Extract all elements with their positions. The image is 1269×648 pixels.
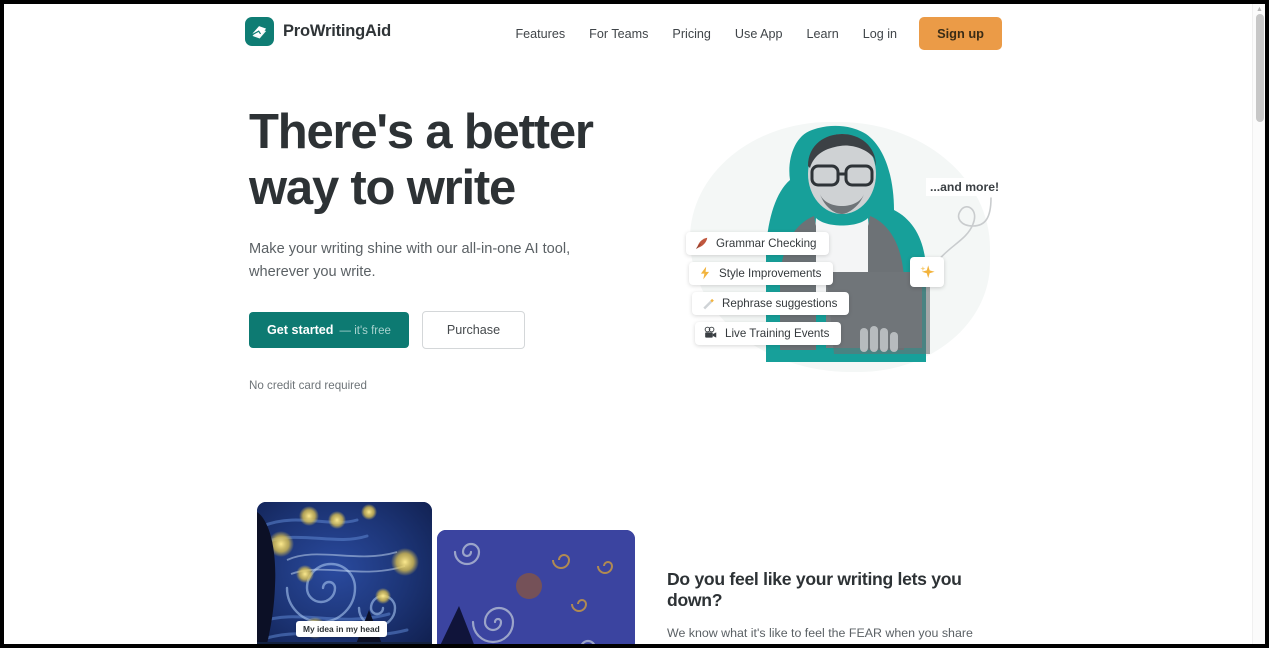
hero-illustration: ...and more! Grammar Checking Style Impr…: [664, 104, 1024, 404]
feature-label: Style Improvements: [719, 267, 822, 280]
simplified-painting-card: [437, 530, 635, 644]
page-content: ProWritingAid Features For Teams Pricing…: [4, 4, 1252, 644]
feature-card-style-improvements[interactable]: Style Improvements: [689, 262, 834, 285]
feature-label: Grammar Checking: [716, 237, 817, 250]
hero-title-line-2: way to write: [249, 161, 516, 215]
section2-body: We know what it's like to feel the FEAR …: [667, 626, 973, 640]
hero-feature-list: Grammar Checking Style Improvements Reph…: [686, 232, 850, 352]
hero-subtitle: Make your writing shine with our all-in-…: [249, 241, 571, 280]
nav-item-pricing[interactable]: Pricing: [660, 19, 723, 49]
get-started-label: Get started: [267, 323, 334, 337]
hero-cta-group: Get started — it's free Purchase: [249, 311, 649, 349]
hero-copy-block: There's a better way to write Make your …: [249, 104, 649, 392]
sign-up-button[interactable]: Sign up: [919, 17, 1002, 50]
hero-title-line-1: There's a better: [249, 105, 594, 159]
feature-card-live-training-events[interactable]: Live Training Events: [695, 322, 842, 345]
magic-wand-icon: [700, 296, 715, 311]
quill-pen-icon: [694, 236, 709, 251]
browser-viewport: ProWritingAid Features For Teams Pricing…: [4, 4, 1265, 644]
lightning-bolt-icon: [697, 266, 712, 281]
sparkles-icon: [910, 257, 944, 287]
page-scrollbar[interactable]: ▲: [1252, 4, 1265, 644]
feature-card-rephrase-suggestions[interactable]: Rephrase suggestions: [692, 292, 850, 315]
nav-item-features[interactable]: Features: [503, 19, 577, 49]
brand-name: ProWritingAid: [283, 22, 392, 40]
main-navigation: Features For Teams Pricing Use App Learn…: [503, 17, 1002, 50]
scrollbar-thumb[interactable]: [1256, 14, 1264, 122]
and-more-label: ...and more!: [926, 178, 1004, 196]
no-credit-card-note: No credit card required: [249, 379, 367, 392]
feature-card-grammar-checking[interactable]: Grammar Checking: [686, 232, 829, 255]
section2-title: Do you feel like your writing lets you d…: [667, 569, 962, 610]
section2-copy-block: Do you feel like your writing lets you d…: [667, 569, 1012, 644]
feature-label: Rephrase suggestions: [722, 297, 838, 310]
starry-night-comparison: My idea in my head: [249, 502, 635, 644]
feature-label: Live Training Events: [725, 327, 830, 340]
idea-in-my-head-badge: My idea in my head: [296, 621, 387, 637]
site-header: ProWritingAid Features For Teams Pricing…: [4, 4, 1252, 60]
purchase-button[interactable]: Purchase: [421, 311, 526, 349]
nav-item-learn[interactable]: Learn: [795, 19, 851, 49]
nav-item-log-in[interactable]: Log in: [851, 19, 909, 49]
hero-title: There's a better way to write: [249, 104, 649, 216]
get-started-button[interactable]: Get started — it's free: [249, 312, 409, 348]
prowritingaid-logo-icon: [245, 17, 274, 46]
scrollbar-up-arrow-icon[interactable]: ▲: [1256, 6, 1263, 13]
get-started-free-suffix: — it's free: [339, 325, 391, 337]
nav-item-use-app[interactable]: Use App: [723, 19, 795, 49]
film-camera-icon: [703, 326, 718, 341]
nav-item-for-teams[interactable]: For Teams: [577, 19, 660, 49]
brand-logo-link[interactable]: ProWritingAid: [245, 17, 391, 46]
